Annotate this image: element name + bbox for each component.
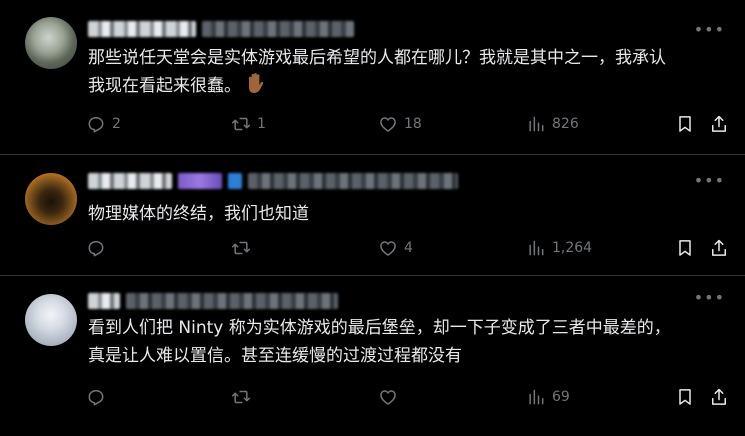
avatar[interactable]: [25, 173, 77, 225]
reply-count: 2: [112, 116, 121, 132]
like-icon: [380, 241, 396, 256]
views-button[interactable]: 826: [526, 114, 579, 134]
repost-icon: [231, 117, 251, 131]
bookmark-icon: [679, 389, 691, 405]
views-count: 1,264: [552, 240, 593, 256]
post-text: 那些说任天堂会是实体游戏最后希望的人都在哪儿？我就是其中之一，我承认 我现在看起…: [88, 44, 717, 103]
views-icon: [529, 240, 544, 256]
post-text: 物理媒体的终结，我们也知道: [88, 200, 717, 228]
repost-button[interactable]: [231, 238, 257, 258]
avatar[interactable]: [25, 294, 77, 346]
more-icon[interactable]: •••: [694, 290, 725, 306]
post-text-line2: 我现在看起来很蠢。: [88, 76, 241, 96]
bookmark-button[interactable]: [675, 387, 695, 407]
repost-button[interactable]: [231, 387, 257, 407]
repost-button[interactable]: 1: [231, 114, 266, 134]
views-icon: [529, 116, 544, 132]
reply-post[interactable]: ••• 物理媒体的终结，我们也知道 4 1,264: [0, 155, 745, 276]
repost-icon: [231, 390, 251, 404]
reply-button[interactable]: [86, 387, 112, 407]
post-header-blurred: [88, 290, 338, 312]
reply-icon: [88, 117, 104, 133]
post-text-line1: 看到人们把 Ninty 称为实体游戏的最后堡垒，却一下子变成了三者中最差的，: [88, 318, 671, 338]
reply-button[interactable]: [86, 238, 112, 258]
repost-icon: [231, 241, 251, 255]
views-button[interactable]: 69: [526, 387, 570, 407]
share-icon: [712, 388, 726, 405]
raised-hand-emoji: [245, 72, 265, 103]
share-button[interactable]: [709, 238, 729, 258]
action-bar: 2 1 18 826: [86, 114, 735, 136]
reply-post[interactable]: ••• 那些说任天堂会是实体游戏最后希望的人都在哪儿？我就是其中之一，我承认 我…: [0, 0, 745, 155]
blurred-handle-and-time: [126, 293, 338, 309]
action-bar: 4 1,264: [86, 238, 735, 260]
blurred-display-name[interactable]: [88, 293, 120, 309]
reply-icon: [88, 390, 104, 406]
views-icon: [529, 389, 544, 405]
like-count: 18: [404, 116, 422, 132]
blurred-display-name[interactable]: [88, 173, 172, 189]
blurred-emoji-badges: [178, 173, 222, 189]
post-header-blurred: [88, 18, 354, 40]
more-icon[interactable]: •••: [694, 173, 725, 189]
like-count: 4: [404, 240, 413, 256]
share-button[interactable]: [709, 114, 729, 134]
post-header-blurred: [88, 170, 458, 192]
blurred-verified-badge: [228, 173, 242, 189]
post-text-line1: 那些说任天堂会是实体游戏最后希望的人都在哪儿？我就是其中之一，我承认: [88, 48, 666, 68]
like-icon: [380, 117, 396, 132]
views-count: 69: [552, 389, 570, 405]
like-button[interactable]: 4: [378, 238, 413, 258]
share-icon: [712, 239, 726, 256]
post-text-line2: 真是让人难以置信。甚至连缓慢的过渡过程都没有: [88, 346, 462, 366]
share-button[interactable]: [709, 387, 729, 407]
bookmark-button[interactable]: [675, 114, 695, 134]
repost-count: 1: [257, 116, 266, 132]
share-icon: [712, 115, 726, 132]
views-count: 826: [552, 116, 579, 132]
more-icon[interactable]: •••: [694, 22, 725, 38]
reply-post[interactable]: ••• 看到人们把 Ninty 称为实体游戏的最后堡垒，却一下子变成了三者中最差…: [0, 276, 745, 436]
bookmark-icon: [679, 240, 691, 256]
blurred-display-name[interactable]: [88, 21, 196, 37]
blurred-handle-and-time: [248, 173, 458, 189]
post-text-line1: 物理媒体的终结，我们也知道: [88, 204, 309, 224]
like-button[interactable]: [378, 387, 404, 407]
avatar[interactable]: [25, 17, 77, 69]
reply-icon: [88, 241, 104, 257]
like-icon: [380, 390, 396, 405]
bookmark-icon: [679, 116, 691, 132]
blurred-handle-and-time: [202, 21, 354, 37]
post-text: 看到人们把 Ninty 称为实体游戏的最后堡垒，却一下子变成了三者中最差的， 真…: [88, 314, 717, 370]
reply-button[interactable]: 2: [86, 114, 121, 134]
like-button[interactable]: 18: [378, 114, 422, 134]
bookmark-button[interactable]: [675, 238, 695, 258]
reply-feed: ••• 那些说任天堂会是实体游戏最后希望的人都在哪儿？我就是其中之一，我承认 我…: [0, 0, 745, 436]
action-bar: 69: [86, 387, 735, 409]
views-button[interactable]: 1,264: [526, 238, 592, 258]
